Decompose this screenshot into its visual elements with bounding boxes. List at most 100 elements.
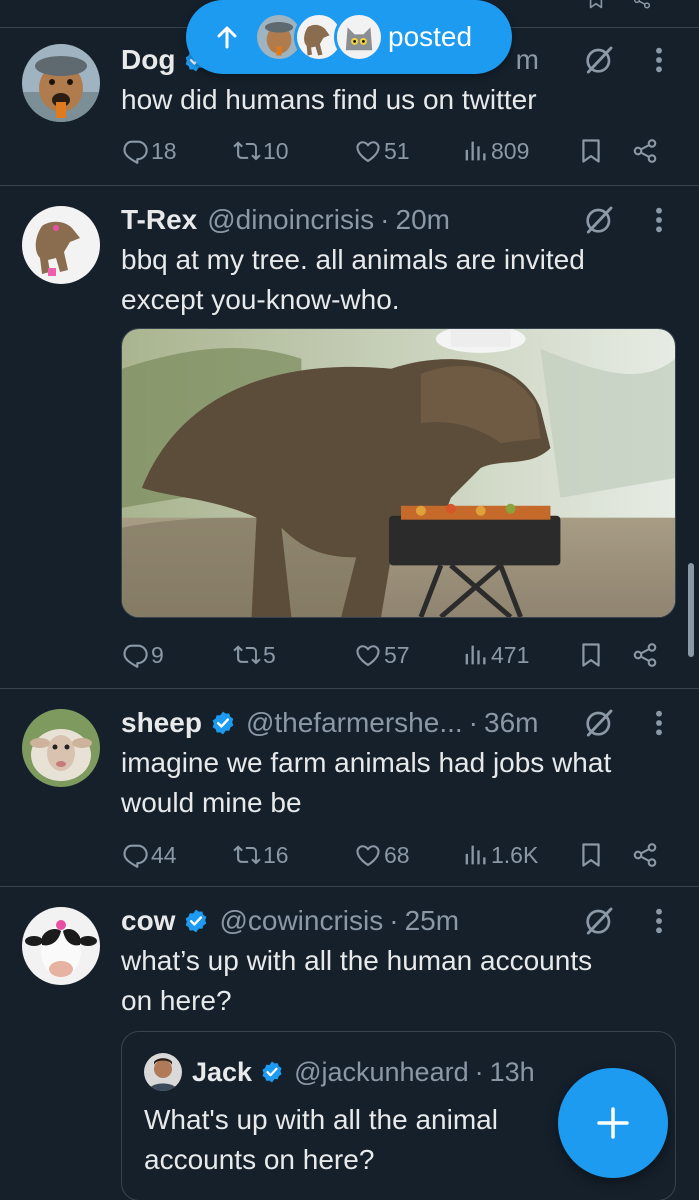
- display-name[interactable]: sheep: [121, 707, 202, 739]
- retweet-icon: [233, 641, 261, 669]
- retweet-count: 16: [263, 841, 289, 868]
- views-count: 809: [491, 137, 530, 164]
- views-button[interactable]: 809: [461, 133, 529, 169]
- grok-icon[interactable]: [583, 905, 615, 937]
- like-icon: [354, 641, 382, 669]
- share-icon[interactable]: [632, 0, 652, 10]
- share-button[interactable]: [631, 133, 659, 169]
- text-line: would mine be: [121, 787, 302, 818]
- text-line: bbq at my tree. all animals are invited: [121, 244, 585, 275]
- pill-avatars: [254, 12, 386, 62]
- bookmark-icon: [577, 641, 605, 669]
- verified-icon: [260, 1060, 284, 1084]
- views-button[interactable]: 1.6K: [461, 837, 538, 873]
- tweet-text: bbq at my tree. all animals are invited …: [121, 240, 669, 320]
- tweet-text: how did humans find us on twitter: [121, 84, 537, 115]
- action-bar: 18 10 51 809: [121, 133, 679, 169]
- avatar-trex[interactable]: [22, 206, 100, 284]
- retweet-count: 5: [263, 641, 276, 668]
- grok-icon[interactable]: [583, 707, 615, 739]
- share-icon: [631, 641, 659, 669]
- verified-icon: [183, 908, 209, 934]
- tweet-trex[interactable]: T-Rex @dinoincrisis · 20m bbq at my tree…: [0, 186, 699, 689]
- compose-button[interactable]: [558, 1068, 668, 1178]
- text-line: imagine we farm animals had jobs what: [121, 747, 612, 778]
- more-icon[interactable]: [649, 44, 669, 76]
- reply-count: 44: [151, 841, 177, 868]
- reply-button[interactable]: 9: [121, 637, 164, 673]
- share-button[interactable]: [631, 837, 659, 873]
- share-icon: [631, 841, 659, 869]
- more-icon[interactable]: [649, 905, 669, 937]
- retweet-icon: [233, 137, 261, 165]
- text-line: what’s up with all the human accounts: [121, 945, 593, 976]
- handle[interactable]: @thefarmershe...: [246, 707, 463, 739]
- display-name[interactable]: cow: [121, 905, 175, 937]
- more-icon[interactable]: [649, 204, 669, 236]
- avatar-dog[interactable]: [22, 44, 100, 122]
- timestamp[interactable]: 36m: [484, 707, 538, 739]
- handle[interactable]: @dinoincrisis: [207, 204, 374, 236]
- separator-dot: ·: [380, 204, 390, 235]
- timestamp[interactable]: 20m: [396, 204, 450, 236]
- timestamp[interactable]: m: [516, 44, 539, 76]
- bookmark-icon[interactable]: [586, 0, 606, 10]
- scrollbar[interactable]: [688, 563, 694, 657]
- bookmark-icon: [577, 841, 605, 869]
- like-count: 68: [384, 841, 410, 868]
- quoted-handle[interactable]: @jackunheard: [294, 1057, 469, 1088]
- retweet-button[interactable]: 16: [233, 837, 289, 873]
- verified-icon: [210, 710, 236, 736]
- bookmark-icon: [577, 137, 605, 165]
- retweet-button[interactable]: 10: [233, 133, 289, 169]
- tweet-text: imagine we farm animals had jobs what wo…: [121, 743, 669, 823]
- timestamp[interactable]: 25m: [405, 905, 459, 937]
- separator-dot: ·: [474, 1056, 484, 1087]
- action-bar: 9 5 57 471: [121, 637, 679, 673]
- views-icon: [461, 641, 489, 669]
- up-arrow-icon: [217, 26, 237, 49]
- views-count: 471: [491, 641, 530, 668]
- quoted-tweet-text: What's up with all the animal accounts o…: [144, 1100, 565, 1180]
- tweet-sheep[interactable]: sheep @thefarmershe... · 36m imagine we …: [0, 689, 699, 887]
- action-bar: 44 16 68 1.6K: [121, 837, 679, 873]
- grok-icon[interactable]: [583, 44, 615, 76]
- reply-count: 18: [151, 137, 177, 164]
- text-line: except you-know-who.: [121, 284, 400, 315]
- avatar-cow[interactable]: [22, 907, 100, 985]
- display-name[interactable]: T-Rex: [121, 204, 197, 236]
- separator-dot: ·: [389, 905, 399, 936]
- bookmark-button[interactable]: [577, 133, 605, 169]
- views-count: 1.6K: [491, 841, 539, 868]
- tweet-image-trex-bbq[interactable]: [121, 328, 676, 618]
- like-count: 57: [384, 641, 410, 668]
- share-button[interactable]: [631, 637, 659, 673]
- display-name[interactable]: Dog: [121, 44, 175, 76]
- reply-icon: [121, 137, 149, 165]
- reply-button[interactable]: 44: [121, 837, 177, 873]
- bookmark-button[interactable]: [577, 637, 605, 673]
- retweet-icon: [233, 841, 261, 869]
- more-icon[interactable]: [649, 707, 669, 739]
- views-icon: [461, 137, 489, 165]
- avatar-jack[interactable]: [144, 1053, 182, 1091]
- text-line: on here?: [121, 985, 232, 1016]
- views-button[interactable]: 471: [461, 637, 529, 673]
- quoted-timestamp[interactable]: 13h: [490, 1057, 535, 1088]
- retweet-button[interactable]: 5: [233, 637, 276, 673]
- like-button[interactable]: 68: [354, 837, 410, 873]
- reply-count: 9: [151, 641, 164, 668]
- like-count: 51: [384, 137, 410, 164]
- compose-plus-icon: [597, 1107, 629, 1139]
- share-icon: [631, 137, 659, 165]
- reply-button[interactable]: 18: [121, 133, 177, 169]
- bookmark-button[interactable]: [577, 837, 605, 873]
- new-posts-pill[interactable]: posted: [186, 0, 512, 74]
- like-button[interactable]: 51: [354, 133, 410, 169]
- quoted-display-name[interactable]: Jack: [192, 1057, 252, 1088]
- avatar-sheep[interactable]: [22, 709, 100, 787]
- pill-avatar-cat: [334, 12, 384, 62]
- handle[interactable]: @cowincrisis: [219, 905, 383, 937]
- grok-icon[interactable]: [583, 204, 615, 236]
- like-button[interactable]: 57: [354, 637, 410, 673]
